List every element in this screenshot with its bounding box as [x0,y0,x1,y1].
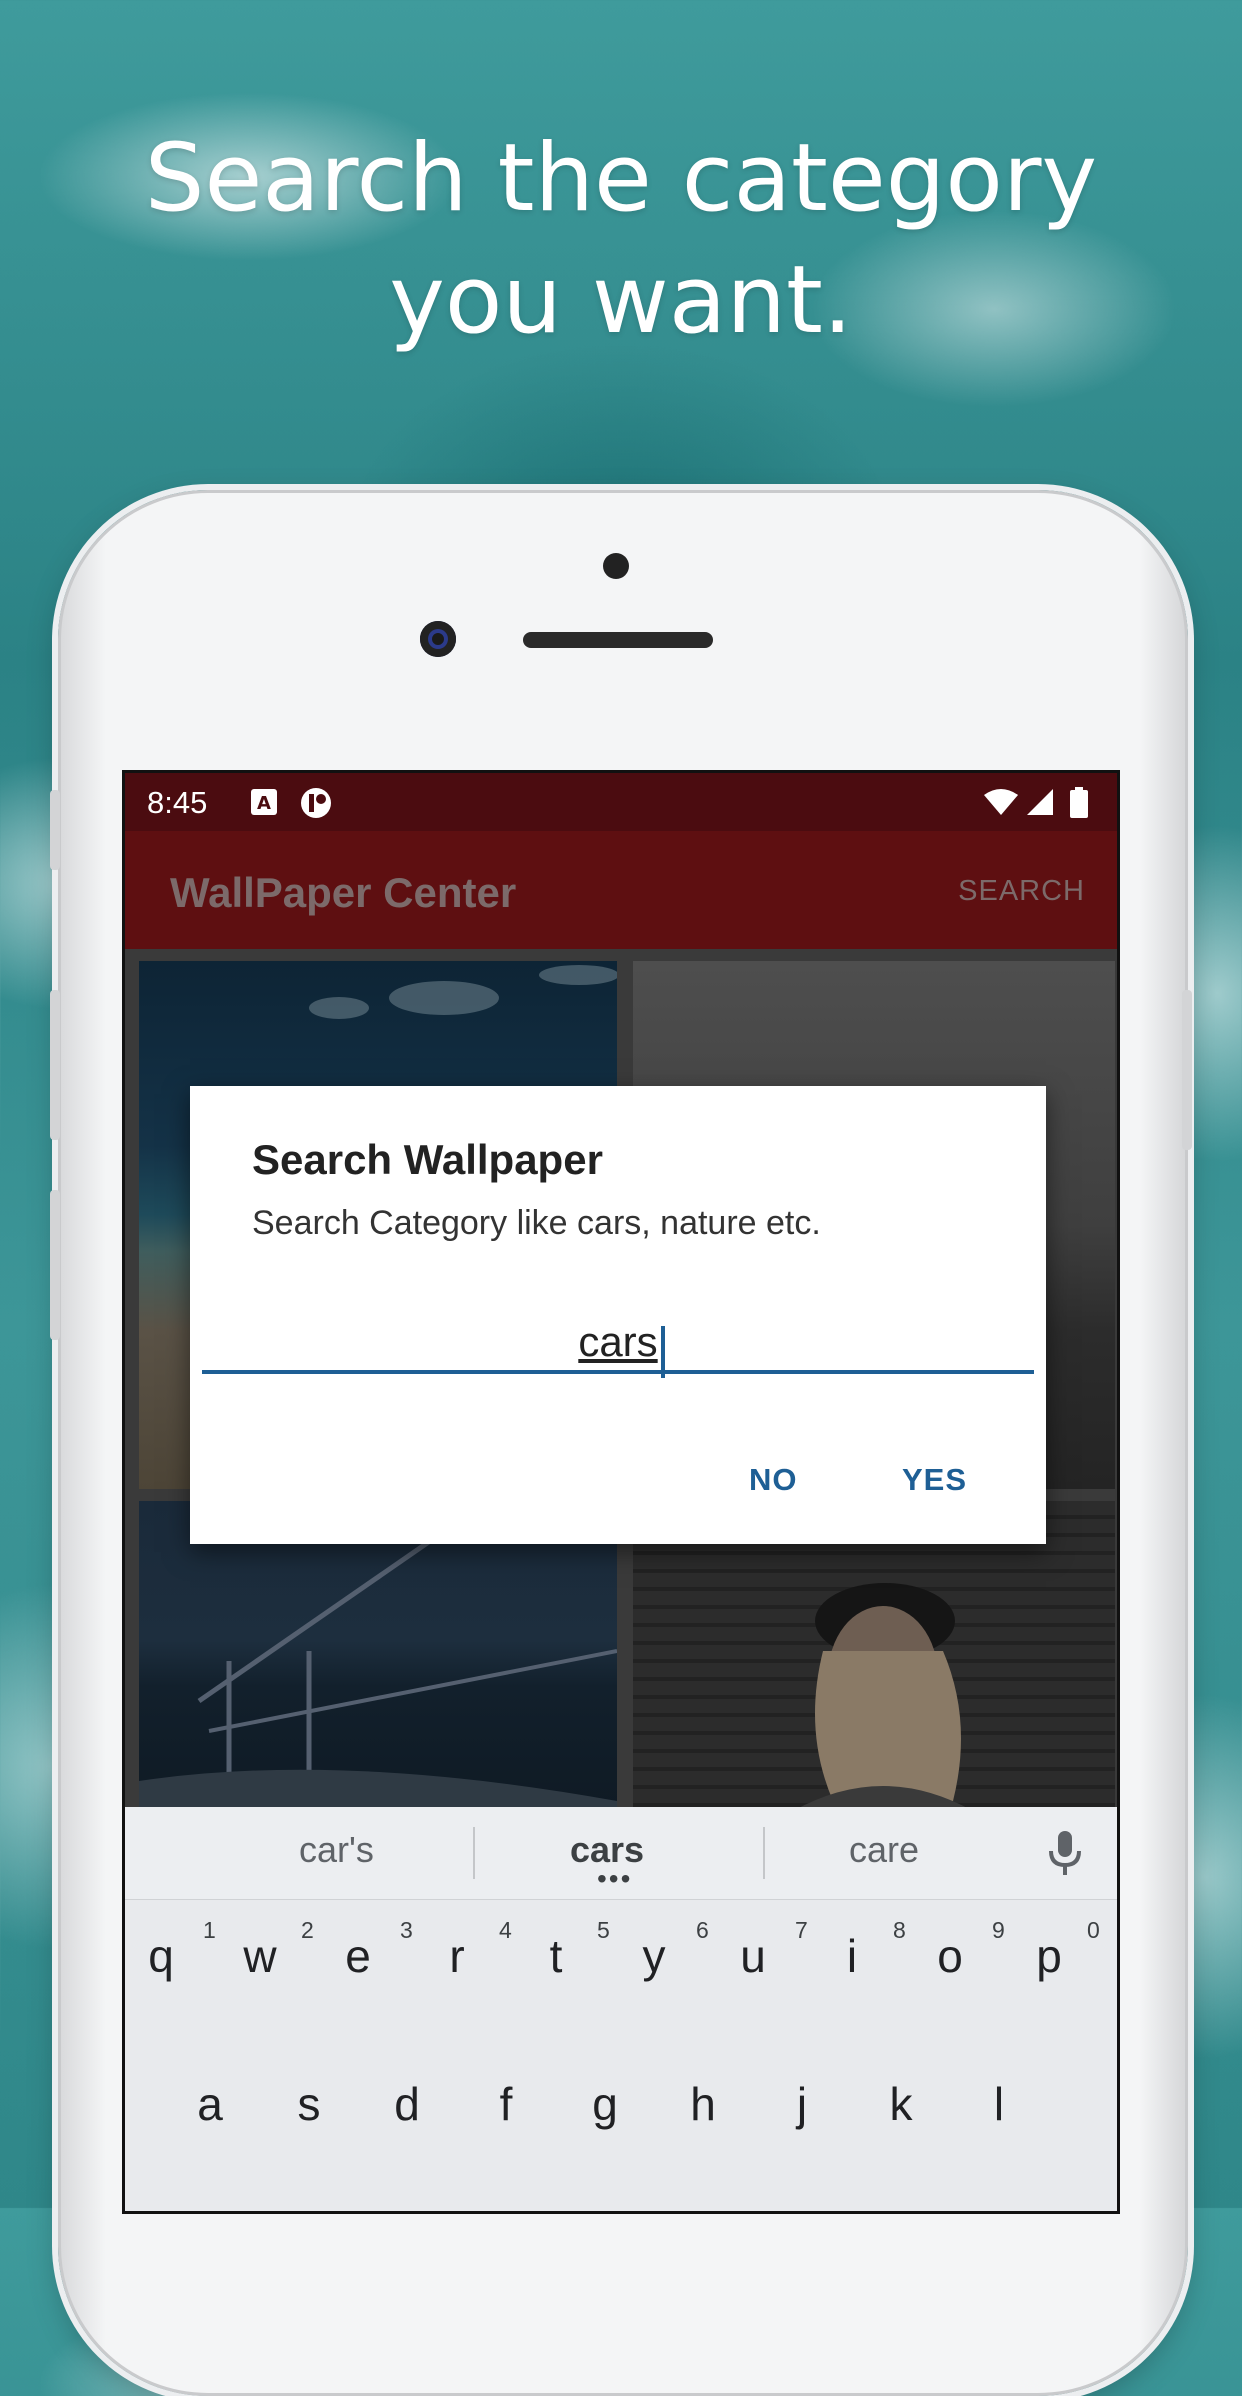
key-p[interactable]: p [1009,1929,1089,1983]
search-dialog: Search Wallpaper Search Category like ca… [190,1086,1046,1544]
keyboard-row-2: a s d f g h j k l [125,2077,1117,2177]
promo-headline: Search the category you want. [144,124,1098,355]
key-d[interactable]: d [367,2077,447,2131]
on-screen-keyboard: car's cars ••• care 1 2 3 4 5 6 7 8 9 0 … [125,1807,1117,2211]
key-l[interactable]: l [959,2077,1039,2131]
no-button[interactable]: NO [749,1462,798,1498]
key-u[interactable]: u [713,1929,793,1983]
key-y[interactable]: y [614,1929,694,1983]
wifi-icon [983,787,1019,825]
phone-power-button [1182,990,1192,1150]
app-notification-icon [299,787,333,829]
earpiece-speaker [523,632,713,648]
app-title: WallPaper Center [170,869,517,916]
key-s[interactable]: s [269,2077,349,2131]
key-a[interactable]: a [170,2077,250,2131]
wallpaper-thumbnail[interactable] [139,1501,617,1811]
key-hint: 7 [795,1917,808,1943]
key-q[interactable]: q [125,1929,201,1983]
key-hint: 6 [696,1917,709,1943]
key-e[interactable]: e [318,1929,398,1983]
suggestion-strip: car's cars ••• care [125,1807,1117,1900]
yes-button[interactable]: YES [902,1462,967,1498]
microphone-icon[interactable] [1047,1829,1083,1882]
wallpaper-thumbnail[interactable] [633,1501,1115,1811]
phone-volume-down [50,1190,60,1340]
app-toolbar: WallPaper Center SEARCH [125,831,1117,949]
status-time: 8:45 [147,785,208,820]
suggestion-item[interactable]: care [849,1829,919,1871]
key-hint: 8 [893,1917,906,1943]
key-r[interactable]: r [417,1929,497,1983]
svg-text:A: A [257,793,271,814]
phone-volume-up [50,990,60,1140]
dialog-message: Search Category like cars, nature etc. [252,1204,821,1242]
key-g[interactable]: g [565,2077,645,2131]
status-bar: 8:45 A [125,773,1117,831]
keyboard-row-1: 1 2 3 4 5 6 7 8 9 0 q w e r t y u i o p [125,1917,1117,2037]
text-notification-icon: A [249,787,279,825]
key-o[interactable]: o [910,1929,990,1983]
battery-icon [1069,787,1089,827]
key-hint: 3 [400,1917,413,1943]
search-action-button[interactable]: SEARCH [958,875,1085,908]
divider [473,1827,475,1879]
key-w[interactable]: w [220,1929,300,1983]
divider [763,1827,765,1879]
text-cursor [661,1326,665,1378]
key-i[interactable]: i [812,1929,892,1983]
key-f[interactable]: f [466,2077,546,2131]
key-hint: 4 [499,1917,512,1943]
key-hint: 9 [992,1917,1005,1943]
proximity-sensor [603,553,629,579]
key-hint: 1 [203,1917,216,1943]
key-hint: 2 [301,1917,314,1943]
more-suggestions-icon[interactable]: ••• [597,1865,632,1893]
phone-side-button [50,790,60,870]
dialog-title: Search Wallpaper [252,1136,603,1183]
key-h[interactable]: h [663,2077,743,2131]
front-camera [420,621,456,657]
key-k[interactable]: k [861,2077,941,2131]
key-hint: 5 [597,1917,610,1943]
suggestion-item[interactable]: car's [299,1829,374,1871]
key-t[interactable]: t [516,1929,596,1983]
search-input[interactable] [202,1314,1034,1374]
key-j[interactable]: j [762,2077,842,2131]
signal-icon [1025,787,1055,825]
